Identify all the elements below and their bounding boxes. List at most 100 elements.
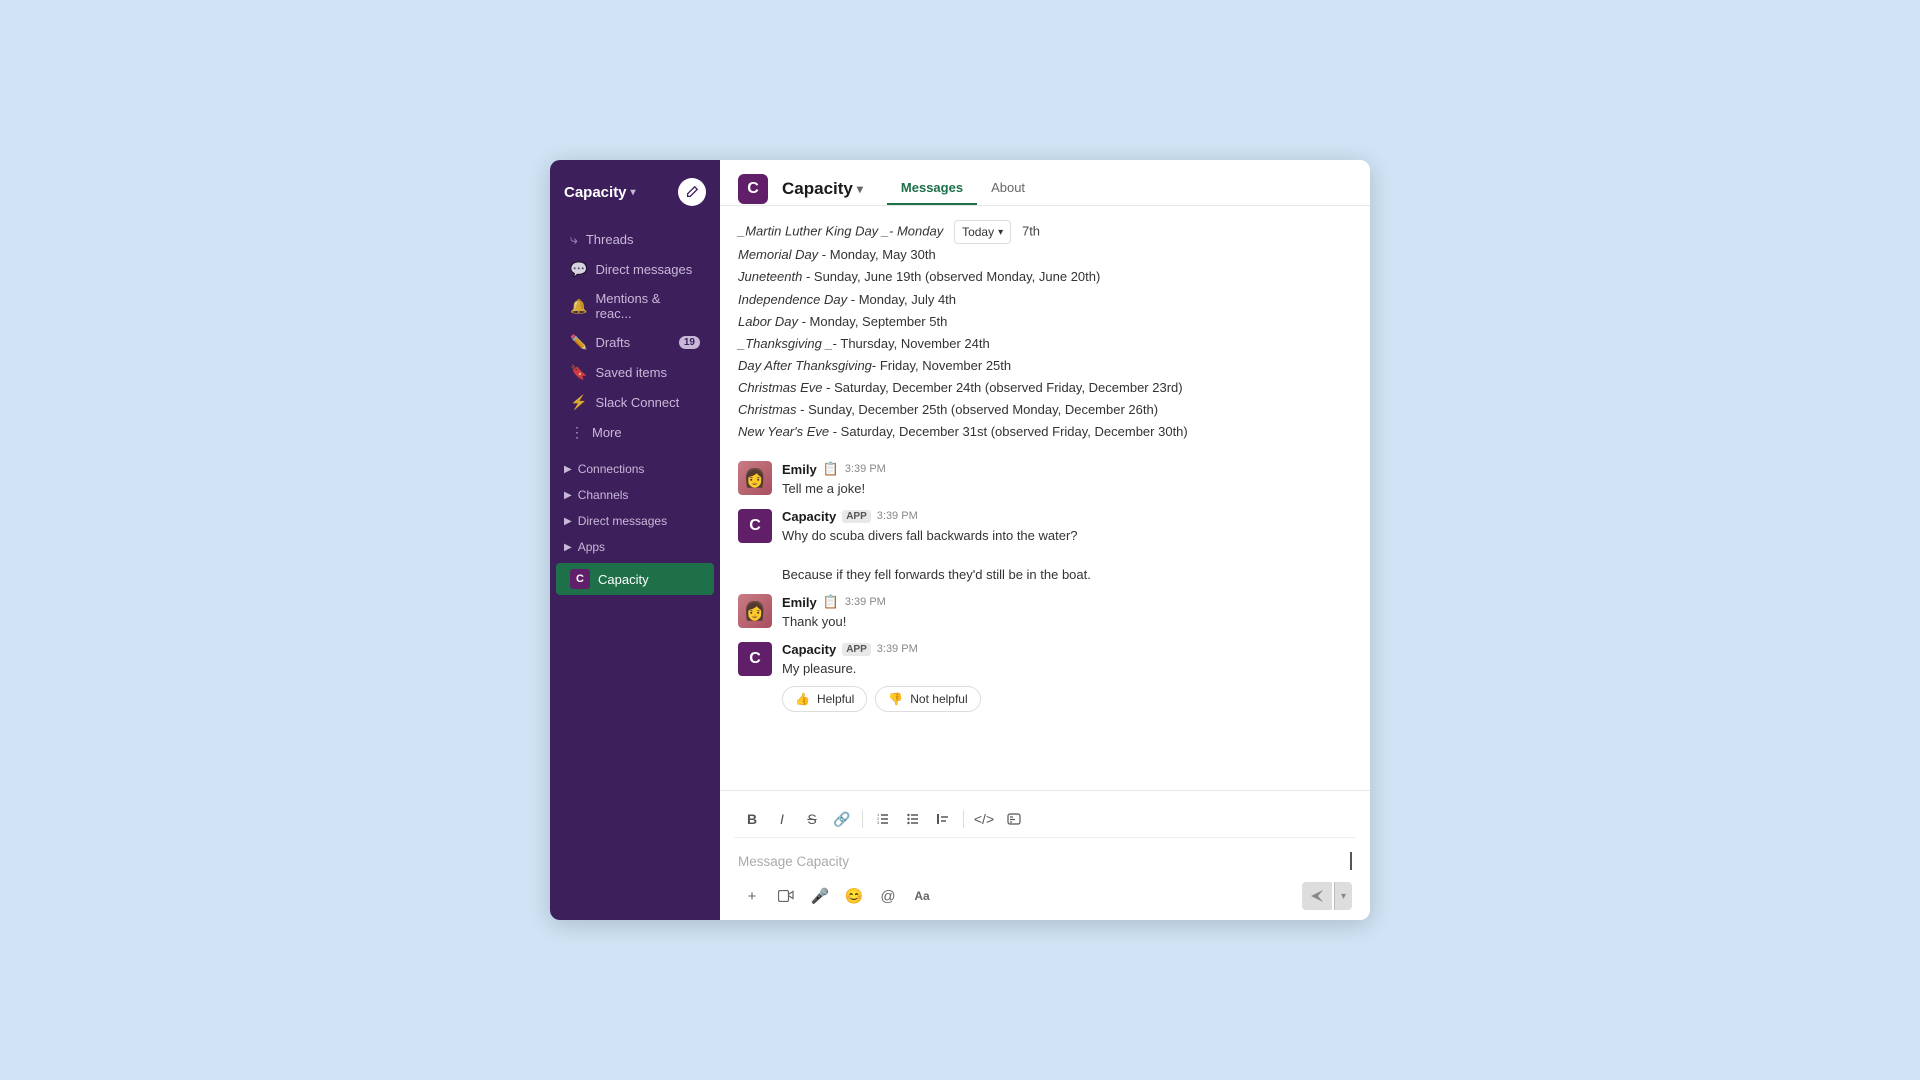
mentions-label: Mentions & reac...: [595, 291, 700, 321]
holiday-christmas: Christmas - Sunday, December 25th (obser…: [738, 399, 1352, 421]
holiday-day-after-thanksgiving: Day After Thanksgiving- Friday, November…: [738, 355, 1352, 377]
threads-icon: ⤷: [570, 231, 578, 248]
mentions-icon: 🔔: [570, 298, 587, 315]
send-button[interactable]: [1302, 882, 1332, 910]
emily-1-content: Emily 📋 3:39 PM Tell me a joke!: [782, 461, 1352, 499]
sidebar-item-more[interactable]: ⋮ More: [556, 418, 714, 447]
emily-2-time: 3:39 PM: [845, 596, 886, 608]
toolbar-separator-2: [963, 810, 964, 828]
emily-2-content: Emily 📋 3:39 PM Thank you!: [782, 594, 1352, 632]
capacity-avatar-1: C: [738, 509, 772, 543]
emily-avatar-image-2: 👩: [738, 594, 772, 628]
compose-button[interactable]: [678, 178, 706, 206]
sidebar-item-capacity[interactable]: C Capacity: [556, 563, 714, 595]
today-badge[interactable]: Today ▾: [954, 220, 1011, 244]
mention-button[interactable]: @: [874, 882, 902, 910]
italic-button[interactable]: I: [768, 805, 796, 833]
apps-label: Apps: [578, 540, 605, 554]
sidebar-nav: ⤷ Threads 💬 Direct messages 🔔 Mentions &…: [550, 220, 720, 920]
code-button[interactable]: </>: [970, 805, 998, 833]
messages-area: _Martin Luther King Day _- Monday Today …: [720, 206, 1370, 790]
sidebar-header: Capacity ▾: [550, 160, 720, 220]
tab-messages[interactable]: Messages: [887, 172, 977, 205]
direct-messages-label: Direct messages: [595, 262, 692, 277]
emily-1-text: Tell me a joke!: [782, 479, 1352, 499]
workspace-label: Capacity: [564, 184, 627, 201]
send-button-group: ▾: [1302, 882, 1352, 910]
sidebar-section-direct-messages[interactable]: ▶ Direct messages: [550, 506, 720, 532]
drafts-icon: ✏️: [570, 334, 587, 351]
emoji-button[interactable]: 😊: [840, 882, 868, 910]
channel-logo: C: [738, 174, 768, 204]
capacity-1-meta: Capacity APP 3:39 PM: [782, 509, 1352, 524]
sidebar-item-slack-connect[interactable]: ⚡ Slack Connect: [556, 388, 714, 417]
capacity-2-time: 3:39 PM: [877, 643, 918, 655]
sidebar-item-direct-messages[interactable]: 💬 Direct messages: [556, 255, 714, 284]
helpful-button[interactable]: 👍 Helpful: [782, 686, 867, 712]
message-emily-2: 👩 Emily 📋 3:39 PM Thank you!: [738, 594, 1352, 632]
workspace-chevron-icon: ▾: [631, 187, 636, 198]
today-label: Today: [962, 222, 994, 242]
unordered-list-button[interactable]: [899, 805, 927, 833]
sidebar-item-threads[interactable]: ⤷ Threads: [556, 225, 714, 254]
channels-label: Channels: [578, 488, 629, 502]
drafts-badge: 19: [679, 336, 700, 349]
sidebar-section-apps[interactable]: ▶ Apps: [550, 532, 720, 558]
emily-1-time: 3:39 PM: [845, 463, 886, 475]
capacity-2-content: Capacity APP 3:39 PM My pleasure. 👍 Help…: [782, 642, 1352, 713]
main-content: C Capacity ▾ Messages About _Martin Luth…: [720, 160, 1370, 920]
not-helpful-button[interactable]: 👎 Not helpful: [875, 686, 980, 712]
emily-avatar-image: 👩: [738, 461, 772, 495]
slack-connect-icon: ⚡: [570, 394, 587, 411]
capacity-2-text: My pleasure.: [782, 659, 1352, 679]
sidebar-item-saved[interactable]: 🔖 Saved items: [556, 358, 714, 387]
emily-2-text: Thank you!: [782, 612, 1352, 632]
capacity-2-meta: Capacity APP 3:39 PM: [782, 642, 1352, 657]
workspace-name[interactable]: Capacity ▾: [564, 184, 636, 201]
emily-2-author: Emily: [782, 595, 817, 610]
helpful-icon: 👍: [795, 692, 810, 706]
channel-chevron-icon: ▾: [857, 182, 863, 196]
sidebar-section-channels[interactable]: ▶ Channels: [550, 480, 720, 506]
microphone-button[interactable]: 🎤: [806, 882, 834, 910]
emily-1-author: Emily: [782, 462, 817, 477]
capacity-channel-logo: C: [570, 569, 590, 589]
holiday-memorial: Memorial Day - Monday, May 30th: [738, 244, 1352, 266]
message-emily-1: 👩 Emily 📋 3:39 PM Tell me a joke!: [738, 461, 1352, 499]
feedback-buttons: 👍 Helpful 👎 Not helpful: [782, 686, 1352, 712]
ordered-list-button[interactable]: 123: [869, 805, 897, 833]
holiday-juneteenth: Juneteenth - Sunday, June 19th (observed…: [738, 266, 1352, 288]
channel-tabs: Messages About: [887, 172, 1039, 205]
sidebar-item-mentions[interactable]: 🔔 Mentions & reac...: [556, 285, 714, 327]
channel-logo-letter: C: [747, 180, 759, 198]
dm-section-arrow-icon: ▶: [564, 516, 572, 527]
channel-title[interactable]: Capacity ▾: [782, 179, 863, 199]
connections-label: Connections: [578, 462, 645, 476]
tab-about-label: About: [991, 180, 1025, 195]
format-button[interactable]: Aa: [908, 882, 936, 910]
tab-about[interactable]: About: [977, 172, 1039, 205]
video-button[interactable]: [772, 882, 800, 910]
direct-messages-icon: 💬: [570, 261, 587, 278]
blockquote-button[interactable]: [929, 805, 957, 833]
bold-button[interactable]: B: [738, 805, 766, 833]
link-button[interactable]: 🔗: [828, 805, 856, 833]
message-capacity-2: C Capacity APP 3:39 PM My pleasure. 👍 He…: [738, 642, 1352, 713]
emily-2-meta: Emily 📋 3:39 PM: [782, 594, 1352, 610]
holiday-independence: Independence Day - Monday, July 4th: [738, 289, 1352, 311]
sidebar-item-drafts[interactable]: ✏️ Drafts 19: [556, 328, 714, 357]
message-input-field[interactable]: Message Capacity: [734, 838, 1356, 876]
slack-connect-label: Slack Connect: [595, 395, 679, 410]
emily-2-emoji: 📋: [823, 594, 839, 610]
add-button[interactable]: +: [738, 882, 766, 910]
not-helpful-label: Not helpful: [910, 692, 967, 706]
snippet-button[interactable]: [1000, 805, 1028, 833]
channel-header: C Capacity ▾ Messages About: [720, 160, 1370, 206]
sidebar-section-connections[interactable]: ▶ Connections: [550, 454, 720, 480]
capacity-1-app-badge: APP: [842, 510, 871, 523]
holiday-christmas-eve: Christmas Eve - Saturday, December 24th …: [738, 377, 1352, 399]
holiday-labor: Labor Day - Monday, September 5th: [738, 311, 1352, 333]
strikethrough-button[interactable]: S: [798, 805, 826, 833]
channels-arrow-icon: ▶: [564, 490, 572, 501]
send-options-button[interactable]: ▾: [1334, 882, 1352, 910]
